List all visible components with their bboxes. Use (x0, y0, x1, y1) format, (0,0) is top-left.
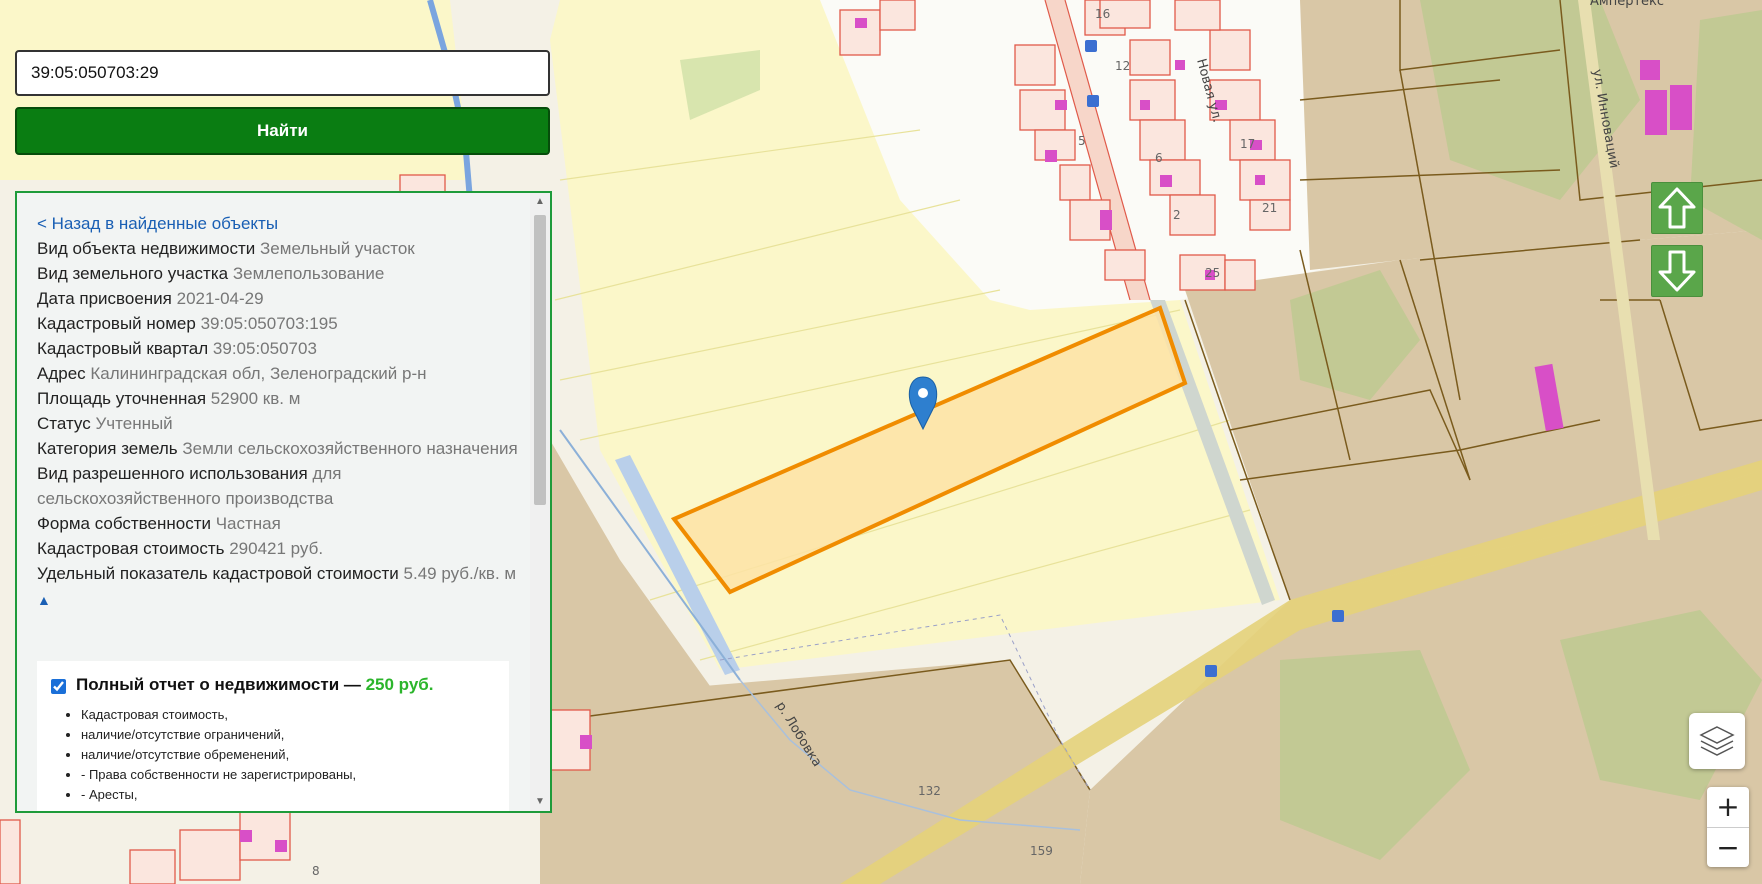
attribute-value: Земельный участок (260, 239, 415, 258)
attribute-row: Дата присвоения 2021-04-29 (37, 286, 522, 311)
report-price: 250 руб. (365, 675, 434, 694)
arrow-down-icon (1658, 250, 1696, 292)
attribute-label: Кадастровый номер (37, 314, 196, 333)
parcel-number: 8 (312, 864, 320, 878)
attribute-label: Удельный показатель кадастровой стоимост… (37, 564, 399, 583)
attribute-row: Площадь уточненная 52900 кв. м (37, 386, 522, 411)
zoom-out-button[interactable]: − (1707, 828, 1749, 868)
attribute-value: 290421 руб. (229, 539, 324, 558)
object-info-content: < Назад в найденные объекты Вид объекта … (37, 211, 522, 613)
attribute-label: Вид земельного участка (37, 264, 229, 283)
attribute-label: Вид объекта недвижимости (37, 239, 256, 258)
attribute-label: Адрес (37, 364, 86, 383)
attribute-row: Вид разрешенного использования для сельс… (37, 461, 522, 511)
attribute-row: Категория земель Земли сельскохозяйствен… (37, 436, 522, 461)
attribute-row: Кадастровый квартал 39:05:050703 (37, 336, 522, 361)
company-label: Ампертекс (1590, 0, 1664, 9)
full-report-offer: Полный отчет о недвижимости — 250 руб. К… (37, 661, 509, 811)
attribute-value: Частная (215, 514, 281, 533)
attribute-value: 52900 кв. м (210, 389, 301, 408)
move-up-button[interactable] (1651, 182, 1703, 234)
attribute-row: Статус Учтенный (37, 411, 522, 436)
report-item: - Права собственности не зарегистрирован… (81, 765, 495, 785)
scrollbar-thumb[interactable] (534, 215, 546, 505)
attribute-label: Категория земель (37, 439, 178, 458)
scroll-up-icon[interactable]: ▲ (533, 195, 547, 209)
attribute-label: Вид разрешенного использования (37, 464, 308, 483)
house-number: 16 (1095, 7, 1110, 21)
attribute-value: 39:05:050703:195 (200, 314, 338, 333)
back-to-results-link[interactable]: < Назад в найденные объекты (37, 211, 522, 236)
attribute-label: Статус (37, 414, 91, 433)
attribute-value: Земли сельскохозяйственного назначения (182, 439, 518, 458)
collapse-arrow-icon[interactable]: ▲ (37, 588, 522, 613)
attribute-row: Вид земельного участка Землепользование (37, 261, 522, 286)
house-number: 2 (1173, 208, 1181, 222)
report-title-text: Полный отчет о недвижимости — (76, 675, 366, 694)
attribute-label: Дата присвоения (37, 289, 172, 308)
find-button[interactable]: Найти (15, 107, 550, 155)
attribute-row: Кадастровый номер 39:05:050703:195 (37, 311, 522, 336)
attribute-value: Калининградская обл, Зеленоградский р-н (90, 364, 427, 383)
report-items-list: Кадастровая стоимость,наличие/отсутствие… (51, 705, 495, 805)
attribute-row: Вид объекта недвижимости Земельный участ… (37, 236, 522, 261)
attribute-row: Кадастровая стоимость 290421 руб. (37, 536, 522, 561)
parcel-number: 132 (918, 784, 941, 798)
cadastral-search-input[interactable] (15, 50, 550, 96)
attribute-row: Удельный показатель кадастровой стоимост… (37, 561, 522, 586)
report-item: - Аресты, (81, 785, 495, 805)
layers-button[interactable] (1689, 713, 1745, 769)
house-number: 6 (1155, 151, 1163, 165)
house-number: 5 (1078, 134, 1086, 148)
object-info-panel[interactable]: < Назад в найденные объекты Вид объекта … (15, 191, 552, 813)
house-number: 25 (1205, 266, 1220, 280)
full-report-checkbox[interactable] (51, 679, 66, 694)
attribute-label: Кадастровая стоимость (37, 539, 225, 558)
attribute-value: 39:05:050703 (212, 339, 317, 358)
full-report-option[interactable]: Полный отчет о недвижимости — 250 руб. (51, 675, 495, 695)
parcel-number: 159 (1030, 844, 1053, 858)
attribute-label: Площадь уточненная (37, 389, 207, 408)
attribute-value: Землепользование (232, 264, 385, 283)
report-item: Кадастровая стоимость, (81, 705, 495, 725)
report-item: наличие/отсутствие ограничений, (81, 725, 495, 745)
attribute-label: Форма собственности (37, 514, 211, 533)
attribute-label: Кадастровый квартал (37, 339, 209, 358)
property-attributes: Вид объекта недвижимости Земельный участ… (37, 236, 522, 586)
house-number: 12 (1115, 59, 1130, 73)
scroll-down-icon[interactable]: ▼ (533, 795, 547, 809)
full-report-title: Полный отчет о недвижимости — 250 руб. (76, 675, 434, 695)
attribute-row: Адрес Калининградская обл, Зеленоградски… (37, 361, 522, 386)
move-down-button[interactable] (1651, 245, 1703, 297)
house-number: 21 (1262, 201, 1277, 215)
attribute-value: Учтенный (95, 414, 173, 433)
house-number: 17 (1240, 137, 1255, 151)
attribute-value: 2021-04-29 (176, 289, 264, 308)
report-item: наличие/отсутствие обременений, (81, 745, 495, 765)
panel-scrollbar[interactable]: ▲ ▼ (530, 193, 550, 811)
zoom-control: + − (1707, 787, 1749, 867)
attribute-row: Форма собственности Частная (37, 511, 522, 536)
layers-icon (1699, 726, 1735, 756)
zoom-in-button[interactable]: + (1707, 787, 1749, 828)
attribute-value: 5.49 руб./кв. м (403, 564, 517, 583)
arrow-up-icon (1658, 187, 1696, 229)
